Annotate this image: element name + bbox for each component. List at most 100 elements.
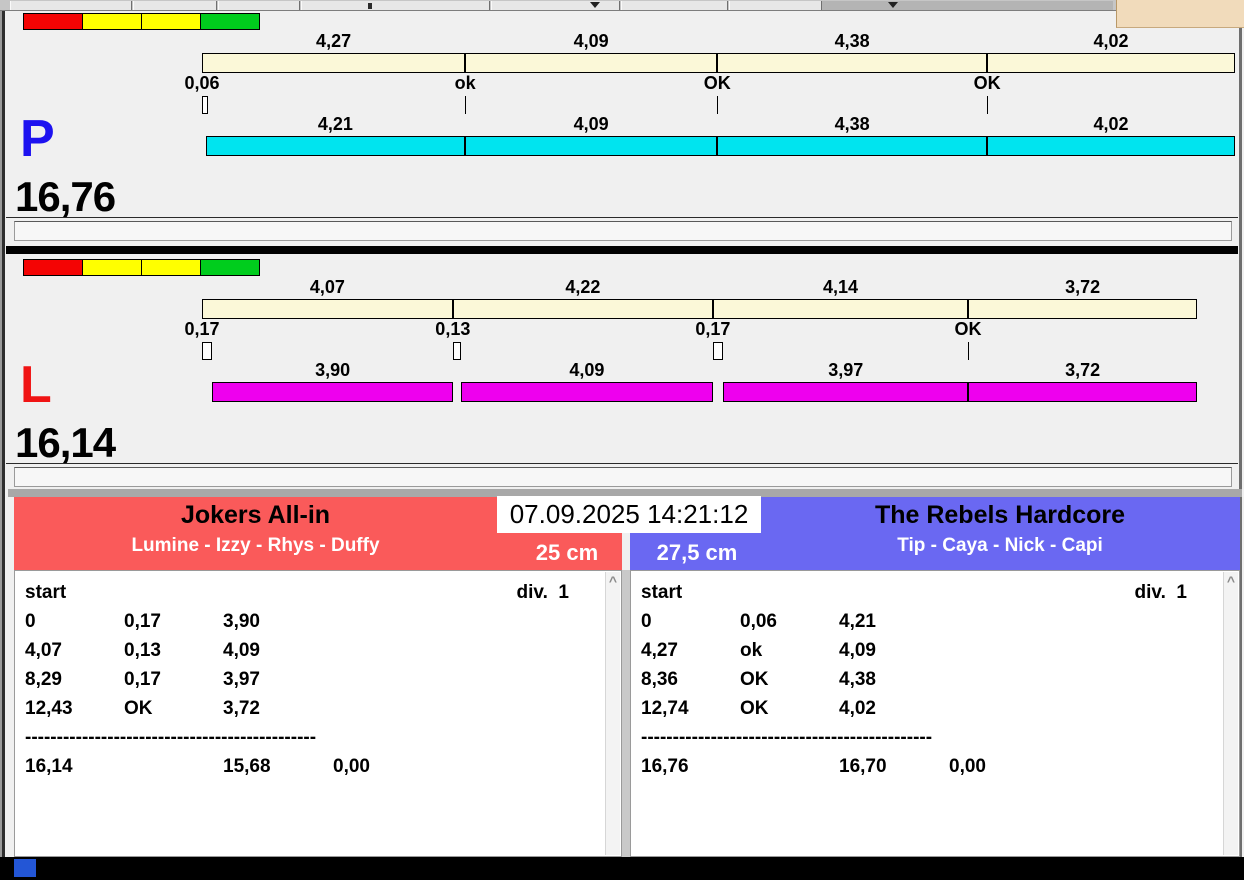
cumulative-value-label: 4,38 [834,31,870,51]
traffic-cell [23,259,83,276]
score-cell: 8,29 [25,669,62,690]
status-strip [14,467,1232,487]
cumulative-value-label: 4,07 [309,277,345,297]
team-distance: 27,5 cm [656,540,738,565]
traffic-cell [200,259,260,276]
throw-bar-segment [205,136,466,156]
marker-label: 0,17 [184,319,220,339]
divider-line [6,217,1238,218]
list-gap [622,570,630,857]
team-players: Lumine - Izzy - Rhys - Duffy [131,534,380,556]
cumulative-value-label: 4,02 [1093,31,1129,51]
score-cell [949,607,1239,636]
score-cell: 4,27 [641,640,678,661]
scrollbar[interactable]: ^ [605,572,620,855]
list-separator: ----------------------------------------… [25,727,317,748]
score-cell: 0 [641,611,652,632]
score-cell: 4,38 [839,669,876,690]
score-cell: 4,02 [839,698,876,719]
scroll-up-icon[interactable]: ^ [606,574,620,588]
scroll-up-icon[interactable]: ^ [1224,574,1238,588]
marker-label: 0,17 [695,319,731,339]
divider-line [6,463,1238,464]
score-cell: 0,17 [124,669,161,690]
toolbar-strip [0,0,1244,11]
scrollbar[interactable]: ^ [1223,572,1238,855]
toolbar-fragment[interactable] [621,1,728,10]
throw-bar-segment [717,136,988,156]
traffic-cell [141,259,201,276]
marker-label: OK [703,73,731,93]
score-row: 8,36 OK 4,38 [641,665,1239,694]
toolbar-fragment[interactable] [301,1,490,10]
traffic-cell [23,13,83,30]
score-cell: 4,09 [223,640,260,661]
toolbar-fragment[interactable] [133,1,217,10]
traffic-cell [141,13,201,30]
throw-value-label: 4,02 [1093,114,1129,134]
panel-total: 16,76 [15,173,116,220]
throw-bar-segment [723,382,969,402]
team-name: The Rebels Hardcore [874,501,1126,529]
score-cell: 4,09 [839,640,876,661]
throw-value-label: 3,97 [828,360,864,380]
throw-bar-segment [987,136,1235,156]
panel-letter: P [20,110,55,168]
score-cell: 8,36 [641,669,678,690]
dropdown-arrow-icon[interactable] [888,2,898,8]
cumulative-value-label: 3,72 [1065,277,1101,297]
score-row: 16,76 16,70 0,00 [641,752,1239,781]
score-cell: 16,70 [839,756,887,777]
toolbar-fragment[interactable] [491,1,620,10]
team-name: Jokers All-in [180,501,331,529]
throw-value-label: 4,38 [834,114,870,134]
panel-total: 16,14 [15,419,116,466]
clipped-text-glyph [368,3,372,9]
cumulative-value-label: 4,22 [565,277,601,297]
panel-P: P 16,76 4,27 0,06 4,21 4,09 ok 4,09 4,38 OK 4,38… [0,10,1244,246]
throw-value-label: 4,09 [573,114,609,134]
score-cell: 0,00 [333,756,370,777]
score-cell [333,694,621,723]
toolbar-fragment[interactable] [729,1,822,10]
score-cell: 0,00 [949,756,986,777]
score-row: 4,07 0,13 4,09 [25,636,621,665]
throw-bar-segment [460,382,713,402]
score-cell: OK [124,698,153,719]
start-label: start [641,582,683,603]
score-cell: 3,72 [223,698,260,719]
score-cell: 12,43 [25,698,73,719]
traffic-light-strip [23,13,260,30]
score-cell: 0,06 [740,611,777,632]
throw-value-label: 3,72 [1065,360,1101,380]
scale-bar-segment [968,299,1198,319]
throw-value-label: 4,09 [569,360,605,380]
list-header-row: start div. 1 [25,578,621,607]
score-list[interactable]: start div. 1 0 0,17 3,90 4,07 0,13 4,09 8,29 0,… [14,570,622,857]
dropdown-arrow-icon[interactable] [590,2,600,8]
score-row: 4,27 ok 4,09 [641,636,1239,665]
timestamp: 07.09.2025 14:21:12 [497,496,761,533]
score-list[interactable]: start div. 1 0 0,06 4,21 4,27 ok 4,09 8,36 OK 4,… [630,570,1240,857]
list-separator: ----------------------------------------… [641,727,933,748]
scale-bar-segment [452,299,713,319]
score-cell [949,636,1239,665]
gap-marker [202,96,208,114]
toolbar-fragment[interactable] [10,1,132,10]
gap-marker [202,342,213,360]
scale-bar-segment [717,53,988,73]
score-row: 12,43 OK 3,72 [25,694,621,723]
background-window-fragment[interactable] [1116,0,1244,28]
score-row: 0 0,17 3,90 [25,607,621,636]
score-rows: 0 0,06 4,21 4,27 ok 4,09 8,36 OK 4,38 12,74 OK 4,02… [641,607,1239,781]
marker-label: OK [954,319,982,339]
throw-bar-segment [465,136,718,156]
scale-bar-segment [202,299,453,319]
toolbar-fragment[interactable] [822,1,1113,10]
score-cell: 4,07 [25,640,62,661]
traffic-cell [82,259,142,276]
ok-tick [968,342,970,360]
bottom-blue-square[interactable] [14,859,36,877]
toolbar-fragment[interactable] [218,1,300,10]
ok-tick [717,96,719,114]
